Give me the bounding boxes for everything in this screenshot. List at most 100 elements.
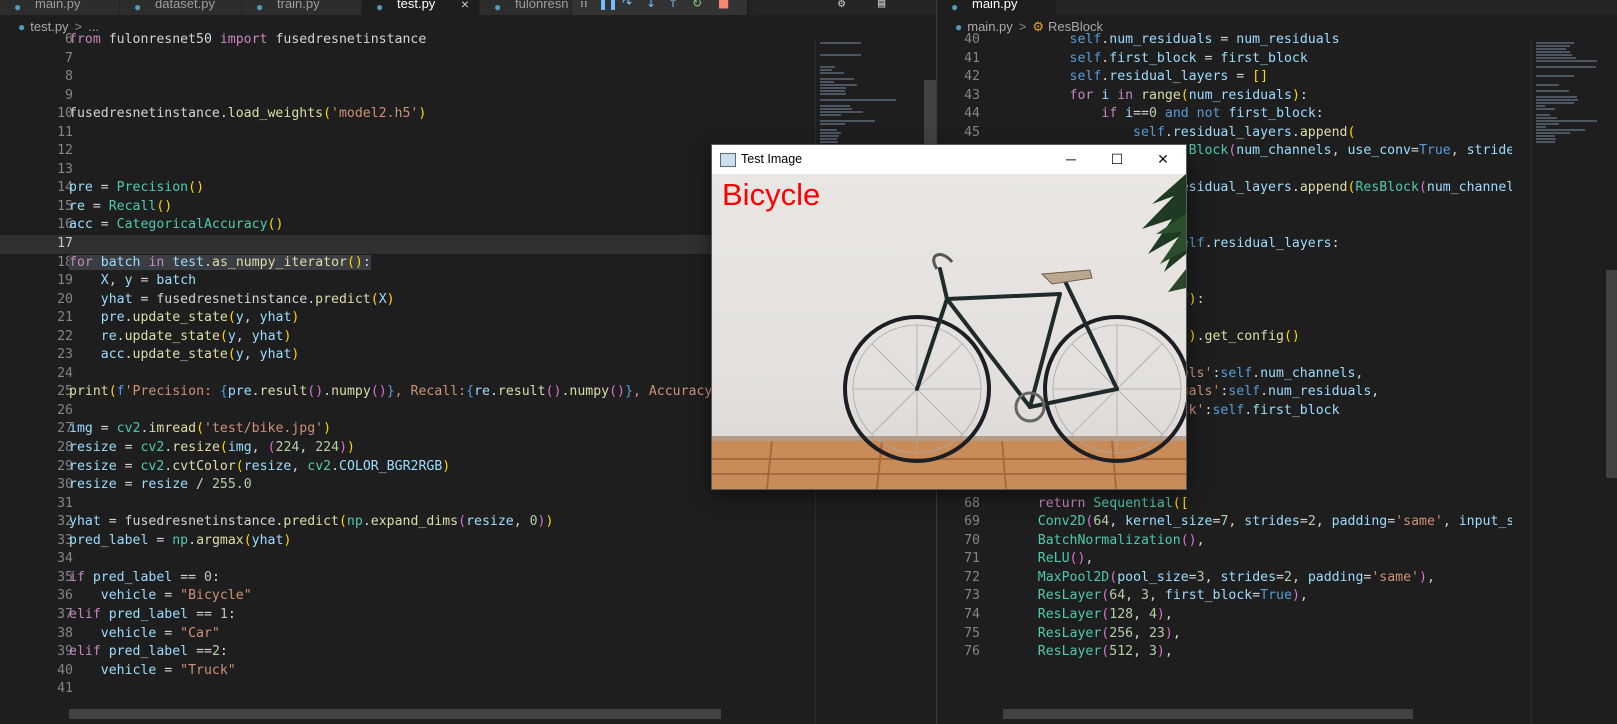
code-line[interactable]: 35 if pred_label == 0: xyxy=(0,569,815,588)
code-text[interactable]: for i in range(num_residuals): xyxy=(1006,87,1308,106)
code-text[interactable]: fusedresnetinstance.load_weights('model2… xyxy=(69,105,426,124)
code-line[interactable]: 25 print(f'Precision: {pre.result().numpy… xyxy=(0,383,815,402)
code-line[interactable]: 32 yhat = fusedresnetinstance.predict(np.… xyxy=(0,513,815,532)
drag-handle-icon[interactable]: ⁞⁞ xyxy=(580,0,588,10)
code-line[interactable]: 70 BatchNormalization(), xyxy=(937,532,1512,551)
run-split-icon[interactable]: ⚙ xyxy=(838,0,845,10)
code-text[interactable]: re = Recall() xyxy=(69,198,172,217)
code-line[interactable]: 18 for batch in test.as_numpy_iterator(): xyxy=(0,254,815,273)
window-titlebar[interactable]: Test Image ─ ☐ ✕ xyxy=(712,145,1186,174)
tab-fulonresnet-py[interactable]: ● fulonresn xyxy=(480,0,580,15)
code-line[interactable]: 76 ResLayer(512, 3), xyxy=(937,643,1512,662)
code-line[interactable]: 75 ResLayer(256, 23), xyxy=(937,625,1512,644)
left-horizontal-scrollbar[interactable] xyxy=(69,709,721,719)
code-text[interactable]: MaxPool2D(pool_size=3, strides=2, paddin… xyxy=(1006,569,1435,588)
code-text[interactable]: pre.update_state(y, yhat) xyxy=(69,309,300,328)
code-text[interactable]: ResLayer(64, 3, first_block=True), xyxy=(1006,587,1308,606)
code-text[interactable]: self.residual_layers.append( xyxy=(1006,124,1355,143)
code-text[interactable]: return Sequential([ xyxy=(1006,495,1189,514)
step-out-icon[interactable]: ↑ xyxy=(668,0,678,10)
code-text[interactable]: re.update_state(y, yhat) xyxy=(69,328,292,347)
code-line[interactable]: 19 X, y = batch xyxy=(0,272,815,291)
code-line[interactable]: 74 ResLayer(128, 4), xyxy=(937,606,1512,625)
code-line[interactable]: 8 xyxy=(0,68,815,87)
code-line[interactable]: 37 elif pred_label == 1: xyxy=(0,606,815,625)
code-text[interactable]: pred_label = np.argmax(yhat) xyxy=(69,532,291,551)
close-button[interactable]: ✕ xyxy=(1140,145,1186,174)
code-text[interactable]: resize = cv2.cvtColor(resize, cv2.COLOR_… xyxy=(69,458,450,477)
code-text[interactable]: Conv2D(64, kernel_size=7, strides=2, pad… xyxy=(1006,513,1512,532)
code-line[interactable]: 34 xyxy=(0,550,815,569)
stop-icon[interactable]: ■ xyxy=(718,0,729,10)
code-text[interactable]: self.residual_layers = [] xyxy=(1006,68,1269,87)
code-line[interactable]: 38 vehicle = "Car" xyxy=(0,625,815,644)
code-line[interactable]: 71 ReLU(), xyxy=(937,550,1512,569)
code-text[interactable]: ResLayer(256, 23), xyxy=(1006,625,1181,644)
code-line[interactable]: 41 xyxy=(0,680,815,699)
tab-main-py-right[interactable]: ● main.py xyxy=(937,0,1057,15)
right-vertical-scrollbar[interactable] xyxy=(1606,270,1617,478)
code-line[interactable]: 30 resize = resize / 255.0 xyxy=(0,476,815,495)
code-line[interactable]: 12 xyxy=(0,142,815,161)
code-text[interactable]: vehicle = "Truck" xyxy=(69,662,236,681)
code-text[interactable]: ResLayer(128, 4), xyxy=(1006,606,1173,625)
code-text[interactable]: ReLU(), xyxy=(1006,550,1094,569)
tab-test-py[interactable]: ● test.py × xyxy=(362,0,480,15)
code-text[interactable]: resize = cv2.resize(img, (224, 224)) xyxy=(69,439,355,458)
code-line[interactable]: 20 yhat = fusedresnetinstance.predict(X) xyxy=(0,291,815,310)
code-line[interactable]: 36 vehicle = "Bicycle" xyxy=(0,587,815,606)
code-text[interactable]: pre = Precision() xyxy=(69,179,204,198)
code-line[interactable]: 15 re = Recall() xyxy=(0,198,815,217)
code-text[interactable]: for batch in test.as_numpy_iterator(): xyxy=(69,254,371,273)
tab-dataset-py[interactable]: ● dataset.py xyxy=(120,0,242,15)
code-line[interactable]: 72 MaxPool2D(pool_size=3, strides=2, pad… xyxy=(937,569,1512,588)
code-line[interactable]: 69 Conv2D(64, kernel_size=7, strides=2, … xyxy=(937,513,1512,532)
code-text[interactable]: vehicle = "Car" xyxy=(69,625,220,644)
code-text[interactable]: elif pred_label == 1: xyxy=(69,606,236,625)
code-line[interactable]: 10 fusedresnetinstance.load_weights('mode… xyxy=(0,105,815,124)
code-text[interactable]: img = cv2.imread('test/bike.jpg') xyxy=(69,420,331,439)
step-over-icon[interactable]: ↷ xyxy=(622,0,632,10)
right-minimap[interactable] xyxy=(1531,38,1607,724)
code-line[interactable]: 14 pre = Precision() xyxy=(0,179,815,198)
code-line[interactable]: 40 vehicle = "Truck" xyxy=(0,662,815,681)
tab-main-py[interactable]: ● main.py xyxy=(0,0,120,15)
tab-train-py[interactable]: ● train.py xyxy=(242,0,362,15)
code-line[interactable]: 9 xyxy=(0,87,815,106)
code-text[interactable]: yhat = fusedresnetinstance.predict(X) xyxy=(69,291,395,310)
restart-icon[interactable]: ↻ xyxy=(692,0,702,10)
close-tab-icon[interactable]: × xyxy=(461,0,469,14)
code-line[interactable]: 11 xyxy=(0,124,815,143)
code-line[interactable]: 43 for i in range(num_residuals): xyxy=(937,87,1512,106)
split-editor-icon[interactable]: ▤ xyxy=(878,0,885,10)
code-line[interactable]: 40 self.num_residuals = num_residuals xyxy=(937,31,1512,50)
code-text[interactable]: BatchNormalization(), xyxy=(1006,532,1205,551)
code-line[interactable]: 45 self.residual_layers.append( xyxy=(937,124,1512,143)
code-line[interactable]: 41 self.first_block = first_block xyxy=(937,50,1512,69)
code-line[interactable]: 6 from fulonresnet50 import fusedresnetin… xyxy=(0,31,815,50)
code-line[interactable]: 39 elif pred_label ==2: xyxy=(0,643,815,662)
code-line[interactable]: 44 if i==0 and not first_block: xyxy=(937,105,1512,124)
code-text[interactable]: elif pred_label ==2: xyxy=(69,643,228,662)
code-line[interactable]: 16 acc = CategoricalAccuracy() xyxy=(0,216,815,235)
test-image-window[interactable]: Test Image ─ ☐ ✕ Bicycle xyxy=(712,145,1186,489)
code-line[interactable]: 73 ResLayer(64, 3, first_block=True), xyxy=(937,587,1512,606)
code-line[interactable]: 42 self.residual_layers = [] xyxy=(937,68,1512,87)
code-line[interactable]: 7 xyxy=(0,50,815,69)
code-line[interactable]: 26 xyxy=(0,402,815,421)
code-line[interactable]: 22 re.update_state(y, yhat) xyxy=(0,328,815,347)
code-text[interactable]: if pred_label == 0: xyxy=(69,569,220,588)
code-line[interactable]: 23 acc.update_state(y, yhat) xyxy=(0,346,815,365)
code-text[interactable]: resize = resize / 255.0 xyxy=(69,476,252,495)
code-text[interactable]: yhat = fusedresnetinstance.predict(np.ex… xyxy=(69,513,553,532)
code-text[interactable]: self.num_residuals = num_residuals xyxy=(1006,31,1340,50)
code-line[interactable]: 29 resize = cv2.cvtColor(resize, cv2.COLO… xyxy=(0,458,815,477)
code-text[interactable]: print(f'Precision: {pre.result().numpy()… xyxy=(69,383,736,402)
code-line[interactable]: 33 pred_label = np.argmax(yhat) xyxy=(0,532,815,551)
step-into-icon[interactable]: ↓ xyxy=(646,0,656,10)
code-line[interactable]: 27 img = cv2.imread('test/bike.jpg') xyxy=(0,420,815,439)
code-line[interactable]: 13 xyxy=(0,161,815,180)
code-text[interactable]: ResLayer(512, 3), xyxy=(1006,643,1173,662)
code-text[interactable]: if i==0 and not first_block: xyxy=(1006,105,1323,124)
code-line[interactable]: 17 xyxy=(0,235,815,254)
